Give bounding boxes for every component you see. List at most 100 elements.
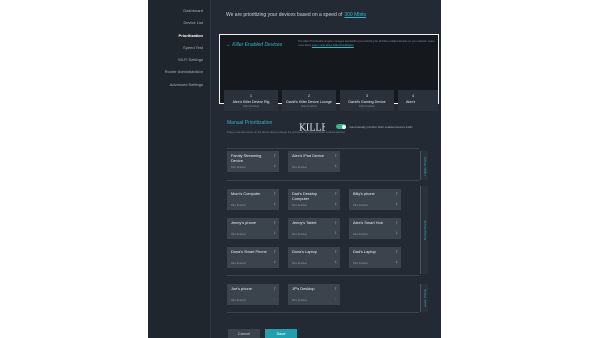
arrow-down-icon[interactable]: ↓: [335, 260, 337, 265]
device-name: Alex's iPad Device: [292, 153, 325, 158]
device-tile[interactable]: Mom's Computer Killer Enabled ↑ ↓: [227, 189, 279, 210]
arrow-down-icon[interactable]: ↓: [335, 164, 337, 169]
arrow-down-icon[interactable]: ↓: [274, 260, 276, 265]
killer-device-card[interactable]: 3 David's Gaming Device Killer Enabled: [340, 90, 394, 111]
device-status: Killer Enabled: [231, 299, 246, 302]
tier-normal-priority: Normal Priority: [420, 186, 428, 274]
nav-router-administration[interactable]: Router Administration: [165, 69, 203, 74]
arrow-down-icon[interactable]: ↓: [274, 297, 276, 302]
device-tile[interactable]: Dona's Laptop Killer Enabled ↑ ↓: [288, 247, 340, 268]
device-rank: 4: [412, 93, 415, 98]
device-name: Family Streaming Device: [231, 153, 262, 163]
arrow-up-icon[interactable]: ↑: [274, 286, 276, 292]
nav-wifi-settings[interactable]: Wi-Fi Settings: [178, 57, 203, 62]
device-tile[interactable]: Jenny's phone Killer Enabled ↑ ↓: [227, 218, 279, 239]
manual-prioritization-title: Manual Prioritization: [227, 120, 273, 126]
cancel-button[interactable]: Cancel: [228, 329, 260, 338]
device-tile[interactable]: Dad's Laptop Killer Enabled ↑ ↓: [349, 247, 401, 268]
device-status: Killer Enabled: [353, 204, 368, 207]
arrow-up-icon[interactable]: ↑: [274, 249, 276, 255]
tier-lower-priority: Lower Priority: [420, 284, 428, 312]
arrow-down-icon[interactable]: ↓: [335, 202, 337, 207]
sidebar: Dashboard Device List Prioritization Spe…: [148, 0, 210, 338]
device-name: Mom's Computer: [231, 191, 261, 196]
arrow-up-icon[interactable]: ↑: [335, 220, 337, 226]
nav-advanced-settings[interactable]: Advanced Settings: [170, 82, 203, 87]
device-status: Killer Enabled: [358, 105, 375, 108]
toggle-label: Automatically prioritize Killer enabled …: [349, 125, 413, 129]
device-status: Killer Enabled: [242, 105, 259, 108]
device-name: David's Killer Device Lounge: [286, 100, 332, 104]
device-rank: 1: [249, 93, 253, 98]
device-name: Alex's Smart Hub: [353, 220, 383, 225]
arrow-up-icon[interactable]: ↑: [274, 220, 276, 226]
device-tile[interactable]: Joe's phone Killer Enabled ↑ ↓: [227, 284, 279, 305]
arrow-down-icon[interactable]: ↓: [335, 297, 337, 302]
arrow-down-icon[interactable]: ↓: [335, 231, 337, 236]
arrow-up-icon[interactable]: ↑: [396, 191, 398, 197]
arrow-up-icon[interactable]: ↑: [274, 191, 276, 197]
device-status: Killer Enabled: [292, 299, 307, 302]
auto-prioritize-toggle[interactable]: [336, 124, 346, 129]
device-name: Dona's Laptop: [292, 249, 317, 254]
arrow-down-icon[interactable]: ↓: [274, 231, 276, 236]
arrow-down-icon[interactable]: ↓: [396, 231, 398, 236]
device-name: Billy's phone: [353, 191, 375, 196]
device-tile[interactable]: JP's Desktop Killer Enabled ↑ ↓: [288, 284, 340, 305]
chevron-down-icon[interactable]: ⌄: [226, 42, 230, 48]
arrow-down-icon[interactable]: ↓: [396, 202, 398, 207]
nav-dashboard[interactable]: Dashboard: [183, 8, 203, 13]
device-status: Killer Enabled: [353, 233, 368, 236]
nav-device-list[interactable]: Device List: [183, 20, 203, 25]
device-tile[interactable]: Alex's iPad Device Killer Enabled ↑ ↓: [288, 151, 340, 172]
nav-prioritization[interactable]: Prioritization: [179, 33, 203, 38]
device-name: Dad's Laptop: [353, 249, 376, 254]
device-rank: 3: [365, 93, 369, 98]
killer-enabled-panel: ⌄ Killer Enabled Devices The Killer Prior…: [219, 34, 439, 132]
device-name: JP's Desktop: [292, 286, 315, 291]
arrow-up-icon[interactable]: ↑: [335, 286, 337, 292]
device-tile[interactable]: Dona's Smart Phone Killer Enabled ↑ ↓: [227, 247, 279, 268]
device-tile[interactable]: Jenny's Tablet Killer Enabled ↑ ↓: [288, 218, 340, 239]
device-tile[interactable]: Dad's Desktop Computer Killer Enabled ↑ …: [288, 189, 340, 210]
device-status: Killer Enabled: [292, 233, 307, 236]
speed-link[interactable]: 300 Mbits: [344, 12, 366, 18]
device-status: Killer Enabled: [231, 166, 246, 169]
arrow-down-icon[interactable]: ↓: [396, 260, 398, 265]
tier-divider: [227, 275, 419, 276]
arrow-up-icon[interactable]: ↑: [335, 191, 337, 197]
arrow-up-icon[interactable]: ↑: [335, 153, 337, 159]
tier-divider: [227, 148, 419, 149]
tier-divider: [227, 312, 419, 313]
killer-panel-description: The Killer Prioritization Engine manages…: [298, 40, 435, 47]
arrow-up-icon[interactable]: ↑: [396, 220, 398, 226]
killer-device-card[interactable]: 4 Alex's: [398, 90, 438, 111]
device-name: Joe's phone: [231, 286, 252, 291]
arrow-up-icon[interactable]: ↑: [335, 249, 337, 255]
arrow-down-icon[interactable]: ↓: [274, 164, 276, 169]
device-tile[interactable]: Alex's Smart Hub Killer Enabled ↑ ↓: [349, 218, 401, 239]
arrow-down-icon[interactable]: ↓: [274, 202, 276, 207]
device-status: Killer Enabled: [292, 262, 307, 265]
device-status: Killer Enabled: [292, 166, 307, 169]
device-status: Killer Enabled: [231, 262, 246, 265]
device-name: Alex's: [406, 100, 416, 104]
toggle-knob: [341, 124, 346, 129]
killer-panel-title[interactable]: ⌄ Killer Enabled Devices: [226, 42, 282, 48]
device-tile[interactable]: Family Streaming Device Killer Enabled ↑…: [227, 151, 279, 172]
killer-device-card[interactable]: 1 Alex's Killer Device Rig Killer Enable…: [224, 90, 278, 111]
device-tile[interactable]: Billy's phone Killer Enabled ↑ ↓: [349, 189, 401, 210]
arrow-up-icon[interactable]: ↑: [396, 249, 398, 255]
device-status: Killer Enabled: [300, 105, 317, 108]
device-status: Killer Enabled: [353, 262, 368, 265]
killer-device-card[interactable]: 2 David's Killer Device Lounge Killer En…: [282, 90, 336, 111]
nav-speed-test[interactable]: Speed Test: [183, 45, 203, 50]
save-button[interactable]: Save: [265, 329, 297, 338]
main-content: We are prioritizing your devices based o…: [210, 0, 441, 338]
device-status: Killer Enabled: [231, 233, 246, 236]
learn-more-link[interactable]: Learn more about Killer Prioritization: [312, 44, 354, 47]
manual-prioritization-description: Drag or use the arrows on the device til…: [227, 131, 345, 134]
tier-divider: [227, 180, 419, 181]
arrow-up-icon[interactable]: ↑: [274, 153, 276, 159]
device-rank: 2: [307, 93, 311, 98]
